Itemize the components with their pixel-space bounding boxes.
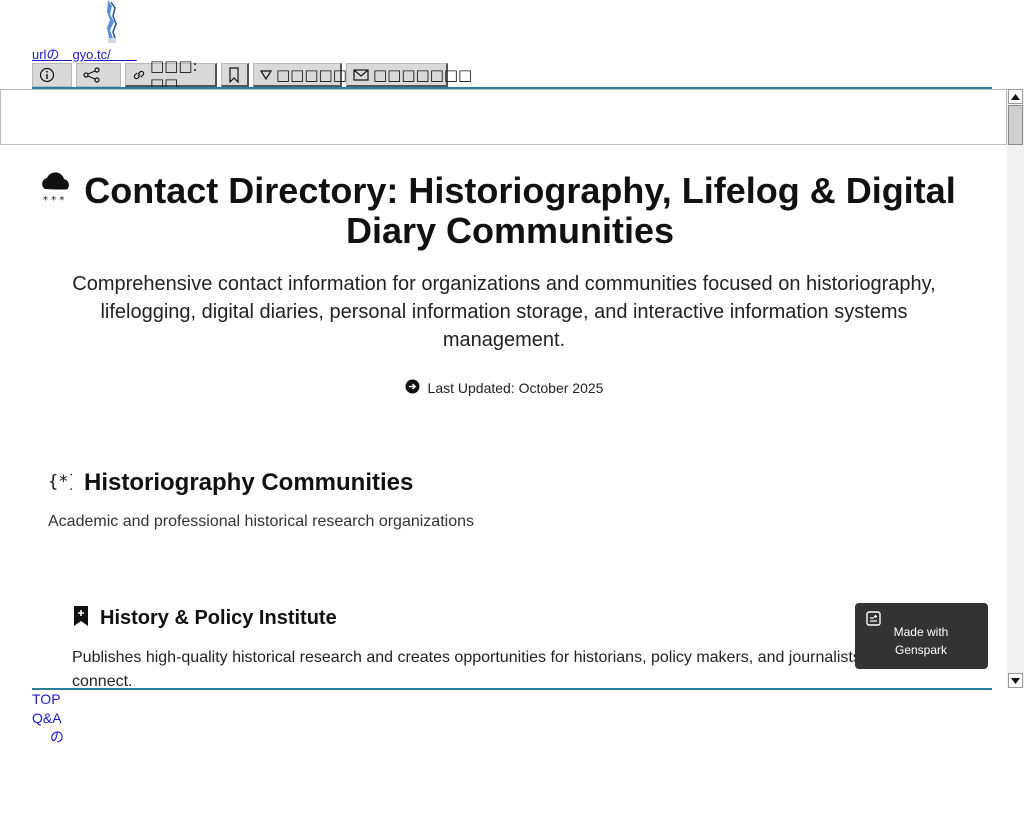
footer-links: TOP Q&A の [32,690,64,747]
share-icon [83,67,101,83]
svg-text:{*}: {*} [48,472,72,492]
filter-button[interactable]: □□□□□□ [253,63,361,87]
embedded-page-frame[interactable]: * * * Contact Directory: Historiography,… [0,89,1024,688]
arrow-circle-icon [405,379,420,397]
footer-link-top[interactable]: TOP [32,690,64,709]
info-button[interactable] [32,63,72,87]
info-icon [39,67,55,83]
bookmark-plus-icon [72,605,90,632]
frame-scrollbar[interactable] [1007,89,1024,688]
section-header: {*} Historiography Communities [48,469,413,497]
card-title: History & Policy Institute [100,607,337,629]
card-header: History & Policy Institute [72,605,337,632]
page-title: Contact Directory: Historiography, Lifel… [84,170,956,251]
link-icon [132,68,146,82]
bottom-divider [32,688,992,690]
bookmark-icon [228,66,240,83]
mail-icon [353,68,369,81]
triangle-up-icon [1011,93,1020,100]
frame-header-bar [0,89,1007,145]
footer-link-other[interactable]: の [32,728,64,747]
badge-text: Made with Genspark [893,625,949,657]
site-logo[interactable] [104,0,120,44]
section-title: Historiography Communities [84,469,414,496]
scroll-down-button[interactable] [1008,673,1023,688]
share-button[interactable] [76,63,121,87]
bookmark-button[interactable] [221,63,249,87]
badge-icon [866,611,881,629]
made-with-badge[interactable]: Made with Genspark [855,603,988,669]
link-info-button[interactable]: □□□: □□ [125,57,217,93]
triangle-down-icon [260,69,272,81]
mail-button[interactable]: □□□□□□□ [346,63,472,87]
triangle-down-icon [1011,677,1020,684]
footer-link-qa[interactable]: Q&A [32,709,64,728]
scroll-thumb[interactable] [1008,105,1023,145]
last-updated-text: Last Updated: October 2025 [427,380,604,396]
section-subtitle: Academic and professional historical res… [48,513,474,530]
page-intro: Comprehensive contact information for or… [72,273,936,351]
braces-asterisk-icon: {*} [48,470,79,497]
last-updated: Last Updated: October 2025 [0,379,1008,397]
card-description: Publishes high-quality historical resear… [72,649,879,688]
scroll-up-button[interactable] [1008,89,1023,104]
short-url-link[interactable]: urlの gyo.tc/ [32,44,137,63]
toolbar: □□□: □□ □□□□□□ □□□□□□□ [32,57,472,93]
